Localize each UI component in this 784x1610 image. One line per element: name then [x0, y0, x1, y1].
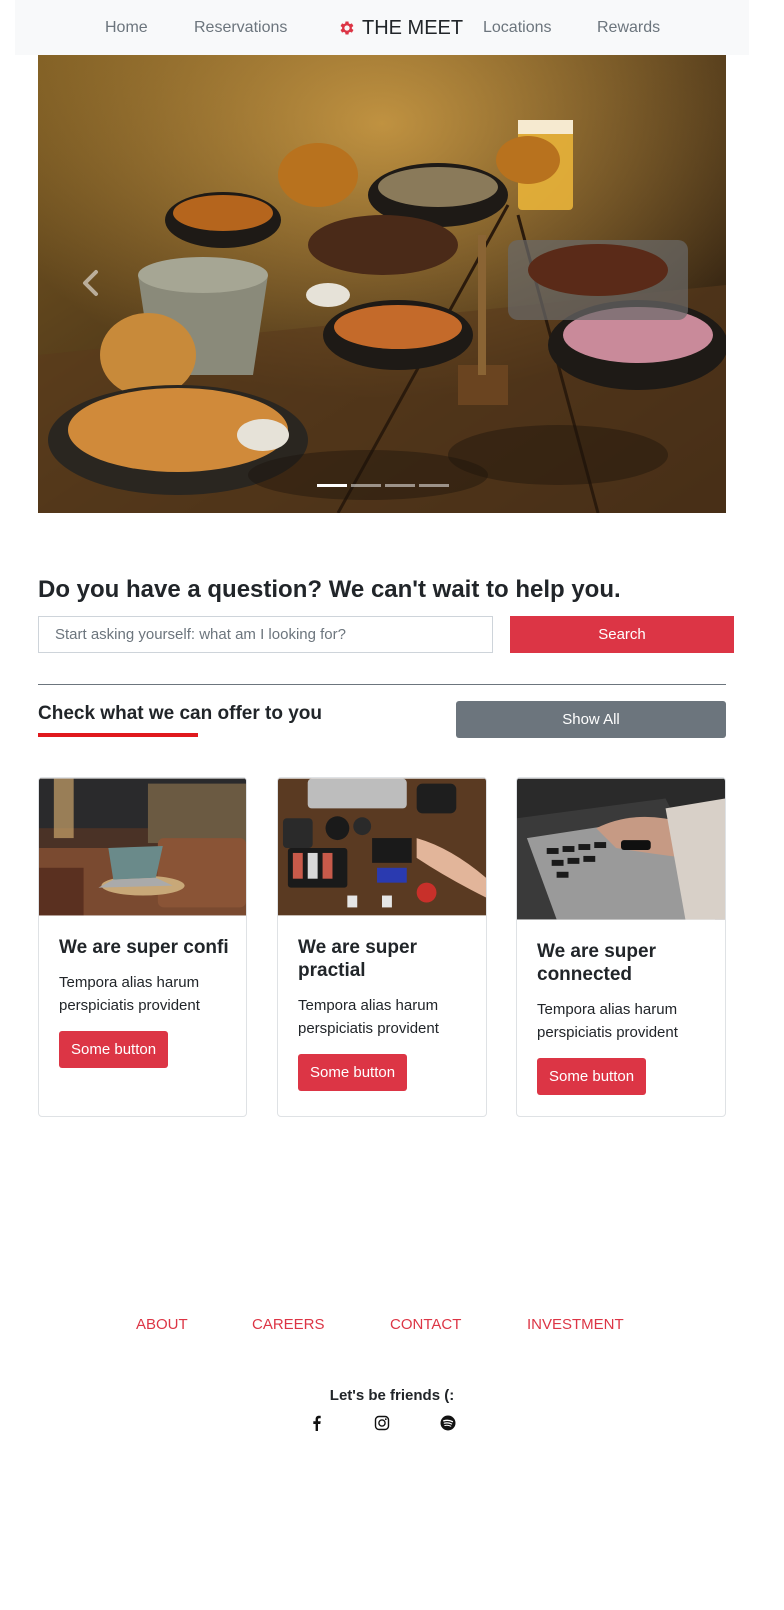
navbar: Home Reservations THE MEET Locations Rew… [15, 0, 749, 55]
offer-card: We are super confi Tempora alias harum p… [38, 777, 247, 1117]
card-image-gadgets-flatlay [278, 778, 486, 916]
footer-link-investment[interactable]: INVESTMENT [527, 1316, 624, 1334]
card-body: We are super confi Tempora alias harum p… [59, 936, 232, 1068]
offer-heading: Check what we can offer to you [38, 703, 322, 724]
card-title: We are super confi [59, 937, 229, 958]
carousel-indicators [315, 484, 451, 487]
friends-label: Let's be friends (: [329, 1387, 455, 1404]
card-body: We are super practial Tempora alias haru… [298, 936, 472, 1091]
offer-card: We are super practial Tempora alias haru… [277, 777, 487, 1117]
show-all-button[interactable]: Show All [456, 701, 726, 738]
facebook-icon[interactable] [309, 1415, 325, 1431]
card-text: Tempora alias harum perspiciatis provide… [59, 974, 200, 1014]
card-body: We are super connected Tempora alias har… [537, 940, 711, 1095]
brand[interactable]: THE MEET [338, 16, 463, 40]
nav-link-home[interactable]: Home [105, 19, 148, 37]
footer-link-about[interactable]: ABOUT [136, 1316, 188, 1334]
search-button[interactable]: Search [510, 616, 734, 653]
card-title: We are super connected [537, 941, 656, 985]
card-text: Tempora alias harum perspiciatis provide… [537, 1001, 678, 1041]
question-heading: Do you have a question? We can't wait to… [38, 576, 621, 603]
nav-link-rewards[interactable]: Rewards [597, 19, 660, 37]
hero-carousel [38, 55, 726, 513]
brand-name: THE MEET [362, 17, 464, 39]
search-input[interactable] [38, 616, 493, 653]
carousel-indicator[interactable] [419, 484, 449, 487]
card-button[interactable]: Some button [537, 1058, 647, 1095]
food-table-photo [38, 55, 726, 513]
heading-underline [38, 733, 198, 737]
instagram-icon[interactable] [374, 1415, 390, 1431]
carousel-indicator[interactable] [385, 484, 415, 487]
carousel-indicator[interactable] [351, 484, 381, 487]
divider [38, 684, 726, 685]
offer-card: We are super connected Tempora alias har… [516, 777, 726, 1117]
footer-link-contact[interactable]: CONTACT [390, 1316, 461, 1334]
spotify-icon[interactable] [440, 1415, 456, 1431]
card-image-lounge-laptop [39, 778, 246, 916]
footer-link-careers[interactable]: CAREERS [252, 1316, 325, 1334]
card-title: We are super practial [298, 937, 417, 981]
chevron-left-icon[interactable] [80, 268, 102, 298]
card-text: Tempora alias harum perspiciatis provide… [298, 997, 439, 1037]
gear-icon [340, 21, 354, 35]
card-image-laptop-typing [517, 778, 725, 920]
nav-link-locations[interactable]: Locations [483, 19, 552, 37]
nav-link-reservations[interactable]: Reservations [194, 19, 287, 37]
card-button[interactable]: Some button [59, 1031, 169, 1068]
card-button[interactable]: Some button [298, 1054, 408, 1091]
carousel-indicator[interactable] [317, 484, 347, 487]
